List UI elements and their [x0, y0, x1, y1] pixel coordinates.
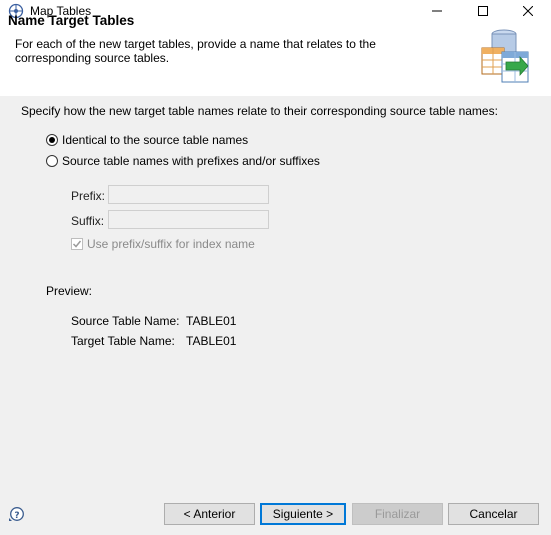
minimize-icon — [432, 10, 442, 12]
source-table-value: TABLE01 — [186, 314, 237, 328]
index-name-label: Use prefix/suffix for index name — [87, 237, 255, 251]
database-tables-wizard-icon — [481, 29, 529, 83]
suffix-label: Suffix: — [71, 214, 105, 228]
suffix-input[interactable] — [108, 210, 269, 229]
close-button[interactable] — [505, 0, 551, 22]
prefix-label: Prefix: — [71, 189, 106, 203]
checkmark-icon — [72, 240, 82, 248]
prefix-input[interactable] — [108, 185, 269, 204]
svg-text:?: ? — [14, 511, 19, 521]
prefix-suffix-radio[interactable] — [46, 155, 58, 167]
back-button[interactable]: < Anterior — [164, 503, 255, 525]
instruction-text: Specify how the new target table names r… — [21, 104, 498, 118]
maximize-button[interactable] — [460, 0, 506, 22]
identical-names-label[interactable]: Identical to the source table names — [62, 133, 248, 147]
minimize-button[interactable] — [414, 0, 460, 22]
prefix-suffix-label[interactable]: Source table names with prefixes and/or … — [62, 154, 320, 168]
target-table-label: Target Table Name: — [71, 334, 175, 348]
preview-heading: Preview: — [46, 284, 93, 298]
page-title: Name Target Tables — [8, 13, 135, 28]
source-table-label: Source Table Name: — [71, 314, 180, 328]
close-icon — [523, 6, 533, 16]
target-table-value: TABLE01 — [186, 334, 237, 348]
index-name-checkbox[interactable] — [71, 238, 83, 250]
identical-names-radio[interactable] — [46, 134, 58, 146]
help-icon[interactable]: ? — [8, 506, 24, 522]
cancel-button[interactable]: Cancelar — [448, 503, 539, 525]
next-button[interactable]: Siguiente > — [260, 503, 346, 525]
finish-button[interactable]: Finalizar — [352, 503, 443, 525]
maximize-icon — [478, 6, 488, 16]
page-description: For each of the new target tables, provi… — [15, 37, 376, 65]
